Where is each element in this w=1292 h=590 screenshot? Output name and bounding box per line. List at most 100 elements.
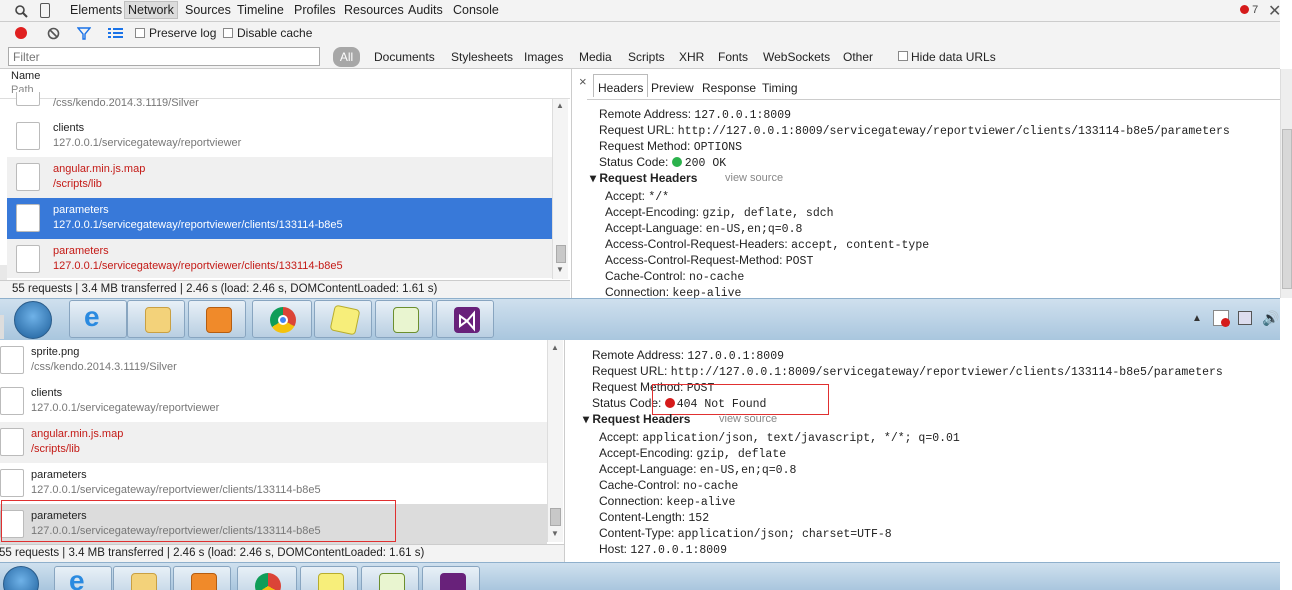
scroll-down-icon[interactable]: ▼ [556,265,564,274]
start-orb-icon[interactable] [3,566,39,590]
show-hidden-icons-icon[interactable]: ▲ [1192,313,1202,324]
scrollbar-top-list[interactable]: ▲ ▼ [552,99,568,279]
record-icon[interactable] [15,27,27,39]
header-value: no-cache [689,271,745,284]
media-player-icon [206,307,232,333]
disable-cache-label: Disable cache [237,26,313,40]
header-row: Accept: application/json, text/javascrip… [599,430,960,445]
list-item[interactable]: clients 127.0.0.1/servicegateway/reportv… [7,116,552,157]
scroll-up-icon[interactable]: ▲ [556,101,564,110]
header-row: Content-Type: application/json; charset=… [599,526,892,541]
tab-network[interactable]: Network [124,1,178,19]
taskbar-chrome-button[interactable] [252,300,312,338]
request-headers-toggle[interactable]: ▾ Request Headers [583,412,690,426]
request-path: /css/kendo.2014.3.1119/Silver [53,97,199,109]
start-orb-icon[interactable] [14,301,52,339]
taskbar-media-button[interactable] [188,300,246,338]
filter-media[interactable]: Media [579,50,612,64]
remote-address-value: 127.0.0.1:8009 [694,109,792,122]
taskbar-visual-studio-button[interactable] [436,300,494,338]
scroll-thumb[interactable] [1282,129,1292,289]
taskbar-notepadpp-button[interactable] [375,300,433,338]
file-icon [0,469,24,497]
tab-profiles[interactable]: Profiles [294,3,336,17]
header-row: Cache-Control: no-cache [599,478,738,493]
request-path: 127.0.0.1/servicegateway/reportviewer/cl… [31,484,321,496]
list-item[interactable]: angular.min.js.map /scripts/lib [7,157,552,198]
list-view-icon[interactable] [108,27,123,39]
view-source-link[interactable]: view source [719,413,777,425]
list-item[interactable]: angular.min.js.map /scripts/lib [0,422,547,463]
taskbar-visual-studio-button[interactable] [422,566,480,590]
scrollbar-bottom-list[interactable]: ▲ ▼ [547,340,563,542]
hide-data-urls-checkbox[interactable] [898,51,908,61]
tab-headers[interactable]: Headers [593,74,649,97]
list-item[interactable]: clients 127.0.0.1/servicegateway/reportv… [0,381,547,422]
action-center-icon[interactable] [1213,310,1230,327]
file-icon [16,204,40,232]
scrollbar-detail-top[interactable] [1280,69,1292,298]
request-path: 127.0.0.1/servicegateway/reportviewer/cl… [53,260,343,272]
taskbar-sticky-notes-button[interactable] [300,566,358,590]
filter-icon[interactable] [76,27,92,40]
list-item[interactable]: /css/kendo.2014.3.1119/Silver [7,92,552,116]
list-item[interactable]: parameters 127.0.0.1/servicegateway/repo… [7,239,552,278]
taskbar-sticky-notes-button[interactable] [314,300,372,338]
tab-audits[interactable]: Audits [408,3,443,17]
close-detail-icon[interactable]: × [579,74,587,89]
scroll-thumb[interactable] [550,508,561,526]
filter-scripts[interactable]: Scripts [628,50,665,64]
tab-resources[interactable]: Resources [344,3,404,17]
filter-fonts[interactable]: Fonts [718,50,748,64]
error-badge[interactable]: 7 [1240,4,1258,16]
taskbar-explorer-button[interactable] [127,300,185,338]
taskbar-explorer-button[interactable] [113,566,171,590]
taskbar-chrome-button[interactable] [237,566,297,590]
tab-preview[interactable]: Preview [651,81,694,95]
volume-icon[interactable]: 🔊 [1262,310,1279,327]
search-icon[interactable] [14,4,28,18]
request-list-bottom: sprite.png /css/kendo.2014.3.1119/Silver… [0,315,565,545]
device-mode-icon[interactable] [40,3,50,18]
taskbar-ie-button[interactable]: e [54,565,112,590]
filter-stylesheets[interactable]: Stylesheets [451,50,513,64]
filter-input[interactable] [8,47,320,66]
tab-sources[interactable]: Sources [185,3,231,17]
tab-timing[interactable]: Timing [762,81,798,95]
scroll-thumb[interactable] [556,245,566,263]
tab-console[interactable]: Console [453,3,499,17]
column-name[interactable]: Name [11,70,40,82]
taskbar-notepadpp-button[interactable] [361,566,419,590]
tab-timeline[interactable]: Timeline [237,3,284,17]
tab-response[interactable]: Response [702,81,756,95]
header-key: Accept-Language: [599,462,697,476]
preserve-log-checkbox[interactable] [135,28,145,38]
close-icon[interactable]: ✕ [1268,1,1281,21]
header-key: Accept-Encoding: [599,446,694,460]
view-source-link[interactable]: view source [725,172,783,184]
list-item[interactable]: sprite.png /css/kendo.2014.3.1119/Silver [0,340,547,381]
filter-xhr[interactable]: XHR [679,50,704,64]
filter-other[interactable]: Other [843,50,873,64]
request-headers-toggle[interactable]: ▾ Request Headers [590,171,697,185]
error-icon [1240,5,1249,14]
clear-icon[interactable] [47,27,60,40]
list-item[interactable]: parameters 127.0.0.1/servicegateway/repo… [0,463,547,504]
disable-cache-checkbox[interactable] [223,28,233,38]
network-tray-icon[interactable] [1238,311,1252,325]
scroll-down-icon[interactable]: ▼ [551,529,559,538]
filter-websockets[interactable]: WebSockets [763,50,830,64]
tab-elements[interactable]: Elements [70,3,122,17]
scroll-up-icon[interactable]: ▲ [551,343,559,352]
list-item-selected[interactable]: parameters 127.0.0.1/servicegateway/repo… [7,198,552,239]
filter-all-button[interactable]: All [333,47,360,67]
taskbar-media-button[interactable] [173,566,231,590]
file-icon [16,92,40,106]
header-key: Content-Type: [599,526,675,540]
taskbar-ie-button[interactable]: e [69,300,127,338]
filter-documents[interactable]: Documents [374,50,435,64]
chrome-icon [255,573,281,590]
header-key: Host: [599,542,628,556]
filter-images[interactable]: Images [524,50,563,64]
header-row: Accept-Language: en-US,en;q=0.8 [605,221,802,236]
